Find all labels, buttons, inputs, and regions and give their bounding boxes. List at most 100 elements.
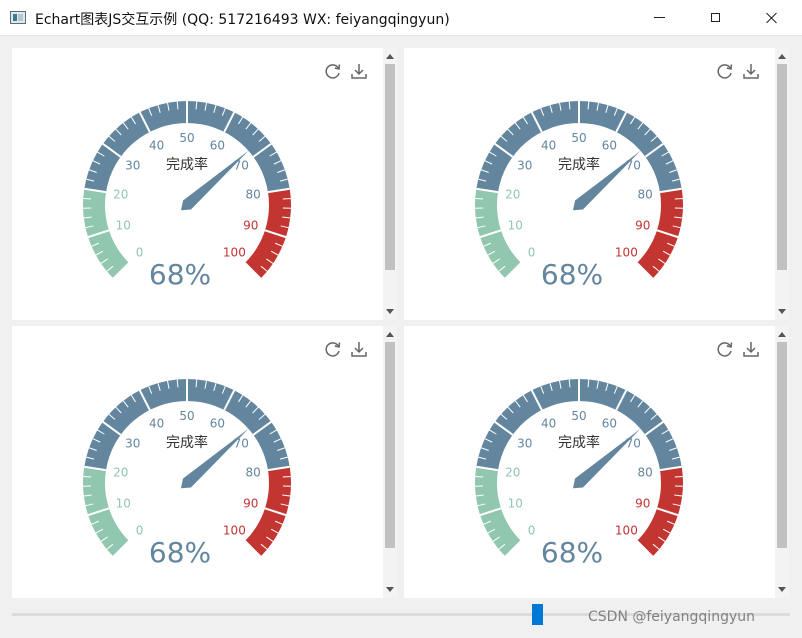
gauge-tick-label: 50 — [179, 409, 194, 423]
chart-panel-3: 0 10 20 30 40 50 60 70 80 90 100 完成率 68% — [12, 326, 397, 598]
chart-panel-2: 0 10 20 30 40 50 60 70 80 90 100 完成率 68% — [404, 48, 789, 320]
gauge-tick-label: 30 — [125, 437, 140, 451]
refresh-icon[interactable] — [324, 340, 342, 358]
gauge-tick-label: 0 — [136, 523, 144, 537]
gauge-tick-label: 80 — [638, 466, 653, 480]
gauge-tick-label: 80 — [246, 466, 261, 480]
gauge-tick — [83, 197, 92, 200]
gauge-tick — [674, 475, 683, 478]
gauge-chart: 0102030405060708090100完成率68% — [475, 378, 683, 569]
window-title: Echart图表JS交互示例 (QQ: 517216493 WX: feiyan… — [35, 12, 450, 28]
gauge-tick-label: 90 — [243, 497, 258, 511]
gauge-tick-label: 100 — [615, 523, 638, 537]
gauge-title: 完成率 — [558, 434, 600, 451]
gauge-tick-label: 0 — [528, 523, 536, 537]
title-bar: Echart图表JS交互示例 (QQ: 517216493 WX: feiyan… — [0, 0, 802, 36]
gauge-band-0 — [475, 466, 522, 557]
gauge-tick-label: 90 — [635, 219, 650, 233]
vertical-scrollbar[interactable] — [383, 48, 397, 320]
gauge-chart: 0102030405060708090100完成率68% — [83, 100, 291, 291]
gauge-tick — [475, 197, 484, 200]
gauge-tick-label: 20 — [505, 466, 520, 480]
scroll-down-icon[interactable] — [386, 309, 394, 314]
scroll-up-icon[interactable] — [778, 54, 786, 59]
vertical-scrollbar[interactable] — [383, 326, 397, 598]
scroll-down-icon[interactable] — [386, 587, 394, 592]
gauge-title: 完成率 — [166, 156, 208, 173]
gauge-chart: 0102030405060708090100完成率68% — [83, 378, 291, 569]
scrollbar-thumb[interactable] — [532, 604, 543, 625]
gauge-chart: 0102030405060708090100完成率68% — [475, 100, 683, 291]
gauge-tick-label: 30 — [517, 437, 532, 451]
close-icon — [766, 12, 778, 24]
gauge-tick-label: 20 — [113, 466, 128, 480]
gauge-tick-label: 50 — [571, 131, 586, 145]
gauge-tick-label: 100 — [615, 245, 638, 259]
gauge-tick-label: 100 — [223, 245, 246, 259]
gauge-tick-label: 0 — [528, 245, 536, 259]
scrollbar-thumb[interactable] — [385, 342, 395, 548]
refresh-icon[interactable] — [716, 62, 734, 80]
gauge-tick-label: 60 — [210, 416, 225, 430]
minimize-icon — [653, 17, 665, 18]
gauge-value: 68% — [541, 258, 603, 291]
gauge-tick-label: 20 — [113, 188, 128, 202]
gauge-tick — [674, 197, 683, 200]
watermark: CSDN @feiyangqingyun — [588, 609, 755, 625]
gauge-tick-label: 60 — [210, 138, 225, 152]
gauge-tick-label: 50 — [571, 409, 586, 423]
gauge-band-0 — [475, 188, 522, 279]
scroll-down-icon[interactable] — [778, 587, 786, 592]
gauge-band-0 — [83, 188, 130, 279]
scrollbar-thumb[interactable] — [777, 64, 787, 270]
gauge-tick-label: 40 — [541, 416, 556, 430]
gauge-tick — [83, 475, 92, 478]
gauge-tick-label: 40 — [149, 138, 164, 152]
gauge-title: 完成率 — [166, 434, 208, 451]
gauge-tick-label: 30 — [517, 159, 532, 173]
vertical-scrollbar[interactable] — [775, 48, 789, 320]
gauge-tick-label: 20 — [505, 188, 520, 202]
gauge-title: 完成率 — [558, 156, 600, 173]
close-button[interactable] — [749, 0, 795, 35]
download-icon[interactable] — [350, 62, 368, 80]
gauge-band-0 — [83, 466, 130, 557]
scroll-down-icon[interactable] — [778, 309, 786, 314]
gauge-band-2 — [244, 466, 291, 557]
gauge-tick-label: 80 — [246, 188, 261, 202]
gauge-tick-label: 10 — [508, 497, 523, 511]
gauge-tick-label: 100 — [223, 523, 246, 537]
maximize-icon — [710, 13, 720, 22]
gauge-tick-label: 10 — [508, 219, 523, 233]
gauge-tick — [475, 475, 484, 478]
download-icon[interactable] — [742, 62, 760, 80]
gauge-tick-label: 30 — [125, 159, 140, 173]
gauge-tick-label: 40 — [149, 416, 164, 430]
gauge-tick-label: 80 — [638, 188, 653, 202]
scrollbar-thumb[interactable] — [777, 342, 787, 548]
scroll-up-icon[interactable] — [386, 54, 394, 59]
gauge-tick — [282, 197, 291, 200]
gauge-band-2 — [244, 188, 291, 279]
gauge-tick-label: 90 — [635, 497, 650, 511]
download-icon[interactable] — [350, 340, 368, 358]
app-icon — [10, 11, 26, 24]
gauge-tick — [282, 475, 291, 478]
vertical-scrollbar[interactable] — [775, 326, 789, 598]
gauge-band-2 — [636, 188, 683, 279]
minimize-button[interactable] — [636, 0, 682, 35]
refresh-icon[interactable] — [324, 62, 342, 80]
scrollbar-thumb[interactable] — [385, 64, 395, 270]
gauge-tick-label: 50 — [179, 131, 194, 145]
maximize-button[interactable] — [692, 0, 738, 35]
refresh-icon[interactable] — [716, 340, 734, 358]
gauge-tick-label: 60 — [602, 138, 617, 152]
chart-panel-1: 0 10 20 30 40 50 60 70 80 90 100 完成率 68% — [12, 48, 397, 320]
gauge-value: 68% — [149, 258, 211, 291]
gauge-tick-label: 0 — [136, 245, 144, 259]
chart-panel-4: 0 10 20 30 40 50 60 70 80 90 100 完成率 68% — [404, 326, 789, 598]
scroll-up-icon[interactable] — [778, 332, 786, 337]
download-icon[interactable] — [742, 340, 760, 358]
gauge-tick-label: 10 — [116, 219, 131, 233]
scroll-up-icon[interactable] — [386, 332, 394, 337]
